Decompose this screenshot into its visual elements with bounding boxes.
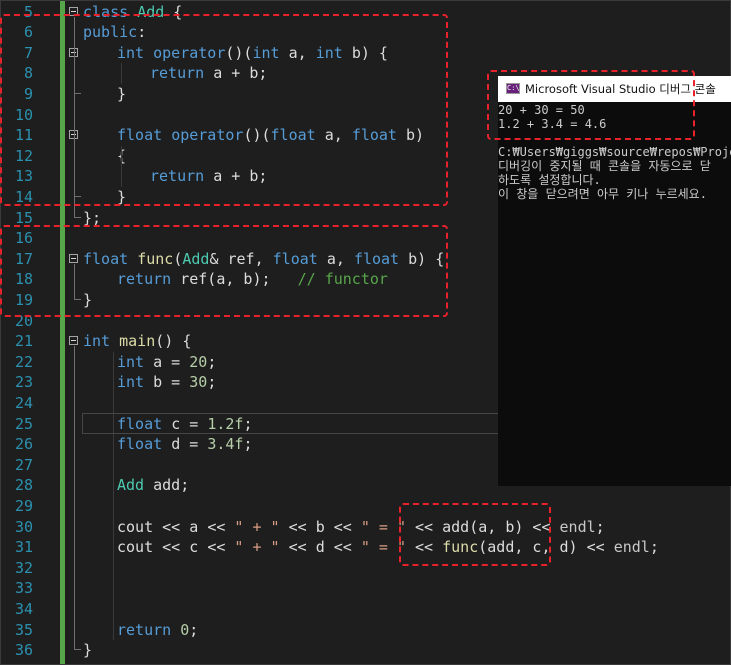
code-line[interactable]: 35 return 0; xyxy=(0,620,731,641)
code-token: ; xyxy=(649,538,659,557)
code-token: main xyxy=(119,332,156,351)
line-number: 23 xyxy=(14,373,33,392)
code-token: " + " xyxy=(234,538,280,557)
code-line[interactable]: 29 xyxy=(0,496,731,517)
line-number: 25 xyxy=(14,414,33,433)
code-token: 0 xyxy=(180,620,190,639)
code-token: int xyxy=(117,373,154,392)
code-token: b xyxy=(315,517,334,536)
code-line[interactable]: 32 xyxy=(0,558,731,579)
console-output-line: 디버깅이 중지될 때 콘솔을 자동으로 닫 xyxy=(498,159,711,173)
code-token: int xyxy=(117,352,154,371)
code-text: Add add; xyxy=(117,475,189,496)
code-token: " + " xyxy=(234,517,280,536)
code-token: 30 xyxy=(189,373,208,392)
line-number: 21 xyxy=(14,332,33,351)
code-token: d = xyxy=(171,435,208,454)
line-number: 36 xyxy=(14,641,33,660)
line-number: 28 xyxy=(14,476,33,495)
code-token: return xyxy=(117,620,181,639)
code-line[interactable]: 31 cout << c << " + " << d << " = " << fu… xyxy=(0,537,731,558)
code-token: << xyxy=(279,517,316,536)
code-token: a = xyxy=(153,352,190,371)
line-number: 22 xyxy=(14,352,33,371)
fold-guide-end xyxy=(74,649,81,651)
line-number: 27 xyxy=(14,455,33,474)
code-token: << xyxy=(162,517,190,536)
console-output-line: C:₩Users₩giggs₩source₩repos₩Project1₩ xyxy=(498,145,731,159)
line-number: 32 xyxy=(14,558,33,577)
line-number: 34 xyxy=(14,599,33,618)
code-token: << xyxy=(577,538,614,557)
code-token: << xyxy=(333,538,361,557)
highlight-box-func xyxy=(0,225,448,317)
code-text: int b = 30; xyxy=(117,372,216,393)
code-token: c xyxy=(189,538,208,557)
code-line[interactable]: 36} xyxy=(0,640,731,661)
code-token: << xyxy=(207,538,235,557)
line-number: 31 xyxy=(14,538,33,557)
code-token: d xyxy=(315,538,334,557)
code-text: cout << c << " + " << d << " = " << func… xyxy=(117,537,659,558)
code-token: Add xyxy=(117,476,154,495)
console-output-line: 이 창을 닫으려면 아무 키나 누르세요. xyxy=(498,187,707,201)
console-output-line: 하도록 설정합니다. xyxy=(498,173,601,187)
code-token: ; xyxy=(207,352,217,371)
code-line[interactable]: 34 xyxy=(0,599,731,620)
code-line[interactable]: 33 xyxy=(0,578,731,599)
indent-guide xyxy=(113,351,114,641)
line-number: 24 xyxy=(14,393,33,412)
highlight-box-console-output xyxy=(487,70,695,140)
line-number: 30 xyxy=(14,517,33,536)
code-token: endl xyxy=(559,517,596,536)
line-number: 29 xyxy=(14,496,33,515)
code-token: 3.4f xyxy=(207,435,244,454)
code-text: } xyxy=(83,640,92,661)
code-text: return 0; xyxy=(117,620,198,641)
line-number: 26 xyxy=(14,435,33,454)
code-token: add; xyxy=(153,476,190,495)
fold-guide-end xyxy=(74,216,81,218)
code-token: int xyxy=(83,332,120,351)
code-text: float d = 3.4f; xyxy=(117,434,252,455)
code-token: float xyxy=(117,435,172,454)
code-token: () { xyxy=(155,332,192,351)
code-token: << xyxy=(333,517,361,536)
code-token: << xyxy=(279,538,316,557)
code-text: int main() { xyxy=(83,331,191,352)
code-line[interactable]: 30 cout << a << " + " << b << " = " << ad… xyxy=(0,517,731,538)
code-text: int a = 20; xyxy=(117,352,216,373)
code-token: 20 xyxy=(189,352,208,371)
code-token: } xyxy=(83,641,93,660)
fold-collapse-icon[interactable] xyxy=(69,336,78,346)
code-token: << xyxy=(162,538,190,557)
code-token: endl xyxy=(613,538,650,557)
code-token: b = xyxy=(153,373,190,392)
highlight-box-call-sites xyxy=(399,503,551,566)
highlight-box-class-operators xyxy=(0,14,448,206)
code-token: ; xyxy=(207,373,217,392)
code-token: << xyxy=(207,517,235,536)
code-token: ; xyxy=(595,517,605,536)
code-token: cout xyxy=(117,517,163,536)
code-token: a xyxy=(189,517,208,536)
code-token: ; xyxy=(243,435,253,454)
line-number: 33 xyxy=(14,579,33,598)
code-token: }; xyxy=(83,208,102,227)
fold-guide-line xyxy=(74,346,75,650)
current-line-highlight xyxy=(82,413,502,434)
line-number: 35 xyxy=(14,620,33,639)
code-token: cout xyxy=(117,538,163,557)
code-token: ; xyxy=(189,620,199,639)
